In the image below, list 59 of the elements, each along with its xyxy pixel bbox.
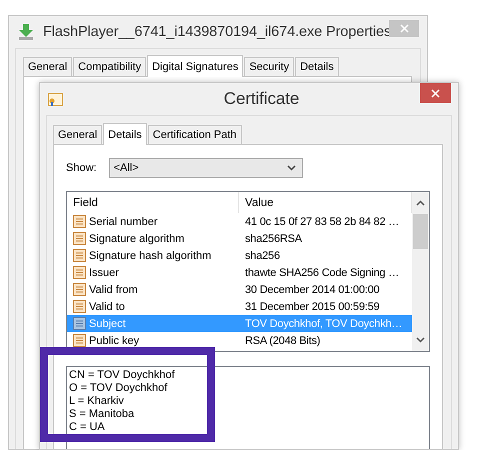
tab[interactable]: Digital Signatures: [147, 55, 244, 77]
scroll-up-icon[interactable]: [416, 200, 425, 206]
field-value: 41 0c 15 0f 27 83 58 2b 84 82 …: [244, 216, 400, 228]
field-name: Issuer: [89, 266, 119, 278]
scrollbar[interactable]: [412, 192, 429, 351]
document-icon: [72, 316, 87, 331]
field-value: TOV Doychkhof, TOV Doychkh…: [244, 318, 404, 330]
window-title: FlashPlayer__6741_i1439870194_il674.exe Properties: [43, 24, 392, 40]
document-icon: [72, 248, 87, 263]
field-name: Valid to: [89, 300, 125, 312]
field-value: 30 December 2014 01:00:00: [244, 284, 380, 296]
field-value: RSA (2048 Bits): [244, 334, 322, 346]
field-name: Subject: [89, 318, 126, 330]
field-name: Serial number: [89, 216, 158, 228]
show-dropdown[interactable]: <All>: [108, 158, 303, 178]
document-icon: [72, 214, 87, 229]
table-row[interactable]: Serial number 41 0c 15 0f 27 83 58 2b 84 82 …: [67, 213, 412, 230]
detail-line: C = UA: [69, 421, 106, 434]
document-icon: [72, 299, 87, 314]
close-button[interactable]: [420, 83, 451, 103]
tab[interactable]: Details: [103, 123, 147, 145]
certificate-icon: [48, 92, 63, 106]
scroll-thumb[interactable]: [413, 214, 428, 249]
field-value: sha256RSA: [244, 232, 303, 244]
field-name: Signature hash algorithm: [89, 250, 212, 262]
show-label: Show:: [66, 162, 97, 174]
download-icon: [17, 23, 35, 41]
field-name: Public key: [89, 334, 140, 346]
tab[interactable]: Security: [244, 57, 294, 76]
tab[interactable]: Details: [295, 57, 339, 76]
document-icon: [72, 333, 87, 348]
column-header[interactable]: Field: [67, 192, 239, 213]
tab[interactable]: Certification Path: [148, 125, 242, 144]
caret-icon: [286, 165, 296, 171]
table-row[interactable]: Issuer thawte SHA256 Code Signing …: [67, 264, 412, 281]
document-icon: [72, 265, 87, 280]
detail-line: CN = TOV Doychkhof: [69, 369, 176, 382]
tab[interactable]: General: [53, 125, 102, 144]
detail-line: L = Kharkiv: [69, 395, 125, 408]
table-row[interactable]: Signature hash algorithm sha256: [67, 247, 412, 264]
document-icon: [72, 231, 87, 246]
table-row[interactable]: Signature algorithm sha256RSA: [67, 230, 412, 247]
field-name: Signature algorithm: [89, 232, 184, 244]
close-icon: [400, 24, 408, 33]
table-row[interactable]: Public key RSA (2048 Bits): [67, 332, 412, 349]
field-value: sha256: [244, 250, 281, 262]
tab[interactable]: Compatibility: [73, 57, 146, 76]
document-icon: [72, 282, 87, 297]
scroll-down-icon[interactable]: [416, 337, 425, 343]
field-value: 31 December 2015 00:59:59: [244, 300, 380, 312]
detail-line: S = Manitoba: [69, 408, 136, 421]
detail-line: O = TOV Doychkhof: [69, 382, 168, 395]
tab[interactable]: General: [23, 57, 72, 76]
window-title: Certificate: [222, 89, 300, 109]
table-row[interactable]: Valid to 31 December 2015 00:59:59: [67, 298, 412, 315]
field-name: Valid from: [89, 284, 138, 296]
table-row[interactable]: Valid from 30 December 2014 01:00:00: [67, 281, 412, 298]
close-icon: [431, 88, 440, 98]
field-value: thawte SHA256 Code Signing …: [244, 266, 400, 278]
